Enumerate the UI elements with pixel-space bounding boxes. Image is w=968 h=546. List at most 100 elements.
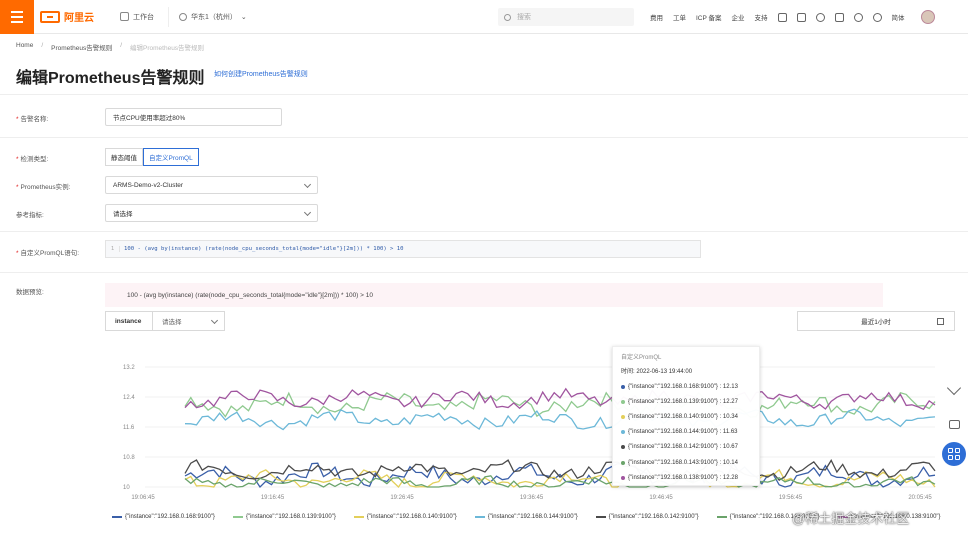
alert-name-input[interactable]: 节点CPU使用率超过80% xyxy=(105,108,282,126)
x-tick-label: 19:16:45 xyxy=(261,495,285,501)
x-tick-label: 19:56:45 xyxy=(779,495,803,501)
alert-name-label: * 告警名称: xyxy=(16,113,48,123)
calendar-icon xyxy=(937,318,944,325)
divider xyxy=(0,231,968,232)
ref-metric-select[interactable]: 请选择 xyxy=(105,204,318,222)
legend-item[interactable]: {"instance":"192.168.0.140:9100"} xyxy=(353,514,457,520)
y-tick-label: 10 xyxy=(123,485,130,491)
cart-icon[interactable] xyxy=(834,12,844,22)
ref-metric-label: 参考指标: xyxy=(16,209,44,219)
legend-swatch xyxy=(353,516,364,518)
required-mark: * xyxy=(16,156,19,163)
avatar[interactable] xyxy=(920,10,935,24)
tooltip-row: {"instance":"192.168.0.138:9100"} : 12.2… xyxy=(621,470,751,485)
preview-line-chart[interactable]: 13.2 12.4 11.6 10.8 1019:06:45 19:16:45 19:26:… xyxy=(105,345,945,505)
tooltip-dot xyxy=(621,445,625,450)
detect-type-label: * 检测类型: xyxy=(16,153,48,163)
bell-icon[interactable] xyxy=(815,12,825,22)
chevron-down-icon xyxy=(210,316,219,325)
legend-swatch xyxy=(716,516,727,518)
tooltip-row: {"instance":"192.168.0.168:9100"} : 12.1… xyxy=(621,379,751,394)
search-icon xyxy=(504,13,511,21)
message-icon xyxy=(948,419,960,429)
tooltip-row-label: {"instance":"192.168.0.142:9100"} : 10.6… xyxy=(628,444,738,451)
required-mark: * xyxy=(16,184,19,191)
preview-label-text: 数据预览: xyxy=(16,289,44,296)
region-icon xyxy=(179,12,187,21)
tooltip-title: 自定义PromQL xyxy=(621,355,662,361)
legend-swatch xyxy=(474,516,485,518)
top-link-tickets[interactable]: 工单 xyxy=(673,12,686,22)
time-range-picker[interactable]: 最近1小时 xyxy=(797,311,955,331)
image-icon[interactable] xyxy=(796,12,806,22)
series-line[interactable] xyxy=(184,459,936,482)
detect-type-label-text: 检测类型: xyxy=(20,156,49,163)
y-tick-label: 10.8 xyxy=(123,455,135,461)
top-link-enterprise[interactable]: 企业 xyxy=(732,12,745,22)
top-link-icp[interactable]: ICP 备案 xyxy=(696,12,722,22)
legend-swatch xyxy=(232,516,243,518)
help-icon[interactable] xyxy=(872,12,882,22)
ref-metric-placeholder: 请选择 xyxy=(113,211,133,218)
promql-editor[interactable]: 1 100 - (avg by(instance) (rate(node_cpu_… xyxy=(105,240,701,258)
legend-item[interactable]: {"instance":"192.168.0.144:9100"} xyxy=(474,514,578,520)
hamburger-menu-icon[interactable] xyxy=(0,0,34,34)
breadcrumb-home[interactable]: Home xyxy=(16,42,33,52)
edit-tool[interactable] xyxy=(944,378,964,398)
top-link-support[interactable]: 支持 xyxy=(755,12,768,22)
tooltip-row-label: {"instance":"192.168.0.143:9100"} : 10.1… xyxy=(628,459,738,466)
chevron-down-icon: ⌄ xyxy=(240,13,247,21)
apps-grid-button[interactable] xyxy=(942,442,966,466)
required-mark: * xyxy=(16,116,19,123)
tooltip-time: 时间: 2022-06-13 19:44:00 xyxy=(621,369,693,375)
help-link[interactable]: 如何创建Prometheus告警规则 xyxy=(214,69,308,79)
tooltip-row-label: {"instance":"192.168.0.144:9100"} : 11.6… xyxy=(628,429,738,436)
tooltip-dot xyxy=(621,384,625,389)
legend-item[interactable]: {"instance":"192.168.0.142:9100"} xyxy=(595,514,699,520)
location-icon[interactable] xyxy=(853,12,863,22)
promql-label: * 自定义PromQL语句: xyxy=(16,247,79,257)
region-label: 华东1（杭州） xyxy=(191,13,237,21)
x-tick-label: 19:26:45 xyxy=(390,495,414,501)
tooltip-row: {"instance":"192.168.0.142:9100"} : 10.6… xyxy=(621,440,751,455)
tooltip-row-label: {"instance":"192.168.0.168:9100"} : 12.1… xyxy=(628,383,738,390)
aliyun-logo-icon xyxy=(40,10,60,23)
detect-type-static[interactable]: 静态阈值 xyxy=(105,148,143,166)
region-selector[interactable]: 华东1（杭州） ⌄ xyxy=(168,6,257,27)
workbench-icon xyxy=(120,12,129,21)
legend-label: {"instance":"192.168.0.144:9100"} xyxy=(487,514,578,520)
top-link-fees[interactable]: 费用 xyxy=(650,12,663,22)
detect-type-promql[interactable]: 自定义PromQL xyxy=(143,148,199,166)
prom-instance-label-text: Prometheus实例: xyxy=(20,184,71,191)
series-line[interactable] xyxy=(184,391,936,418)
legend-swatch xyxy=(112,516,122,518)
prom-instance-label: * Prometheus实例: xyxy=(16,181,70,191)
app-icon[interactable] xyxy=(777,12,787,22)
line-number: 1 xyxy=(106,246,120,252)
x-tick-label: 19:36:45 xyxy=(520,495,544,501)
feedback-tool[interactable] xyxy=(944,414,964,434)
legend-item[interactable]: {"instance":"192.168.0.168:9100"} xyxy=(112,514,215,520)
aliyun-logo[interactable]: 阿里云 xyxy=(40,9,94,24)
chart-tooltip: 自定义PromQL 时间: 2022-06-13 19:44:00 {"inst… xyxy=(612,346,760,486)
tooltip-row-label: {"instance":"192.168.0.138:9100"} : 12.2… xyxy=(628,474,738,481)
required-mark: * xyxy=(16,250,19,257)
language-switch[interactable]: 简体 xyxy=(892,12,905,22)
breadcrumb-rules[interactable]: Prometheus告警规则 xyxy=(51,42,112,52)
tooltip-dot xyxy=(621,414,625,419)
filter-key[interactable]: instance xyxy=(105,311,153,331)
logo-text: 阿里云 xyxy=(64,13,94,24)
workbench-link[interactable]: 工作台 xyxy=(112,6,162,28)
search-placeholder: 搜索 xyxy=(517,14,531,21)
prom-instance-select[interactable]: ARMS-Demo-v2-Cluster xyxy=(105,176,318,194)
series-line[interactable] xyxy=(184,468,936,488)
y-tick-label: 12.4 xyxy=(123,395,135,401)
top-links: 费用 工单 ICP 备案 企业 支持 简体 xyxy=(650,0,935,34)
legend-item[interactable]: {"instance":"192.168.0.139:9100"} xyxy=(232,514,336,520)
global-search-input[interactable]: 搜索 xyxy=(498,8,634,26)
filter-value-select[interactable]: 请选择 xyxy=(152,311,225,331)
preview-label: 数据预览: xyxy=(16,286,44,296)
y-tick-label: 11.6 xyxy=(123,425,135,431)
legend-label: {"instance":"192.168.0.168:9100"} xyxy=(125,514,215,520)
y-tick-label: 13.2 xyxy=(123,365,135,371)
